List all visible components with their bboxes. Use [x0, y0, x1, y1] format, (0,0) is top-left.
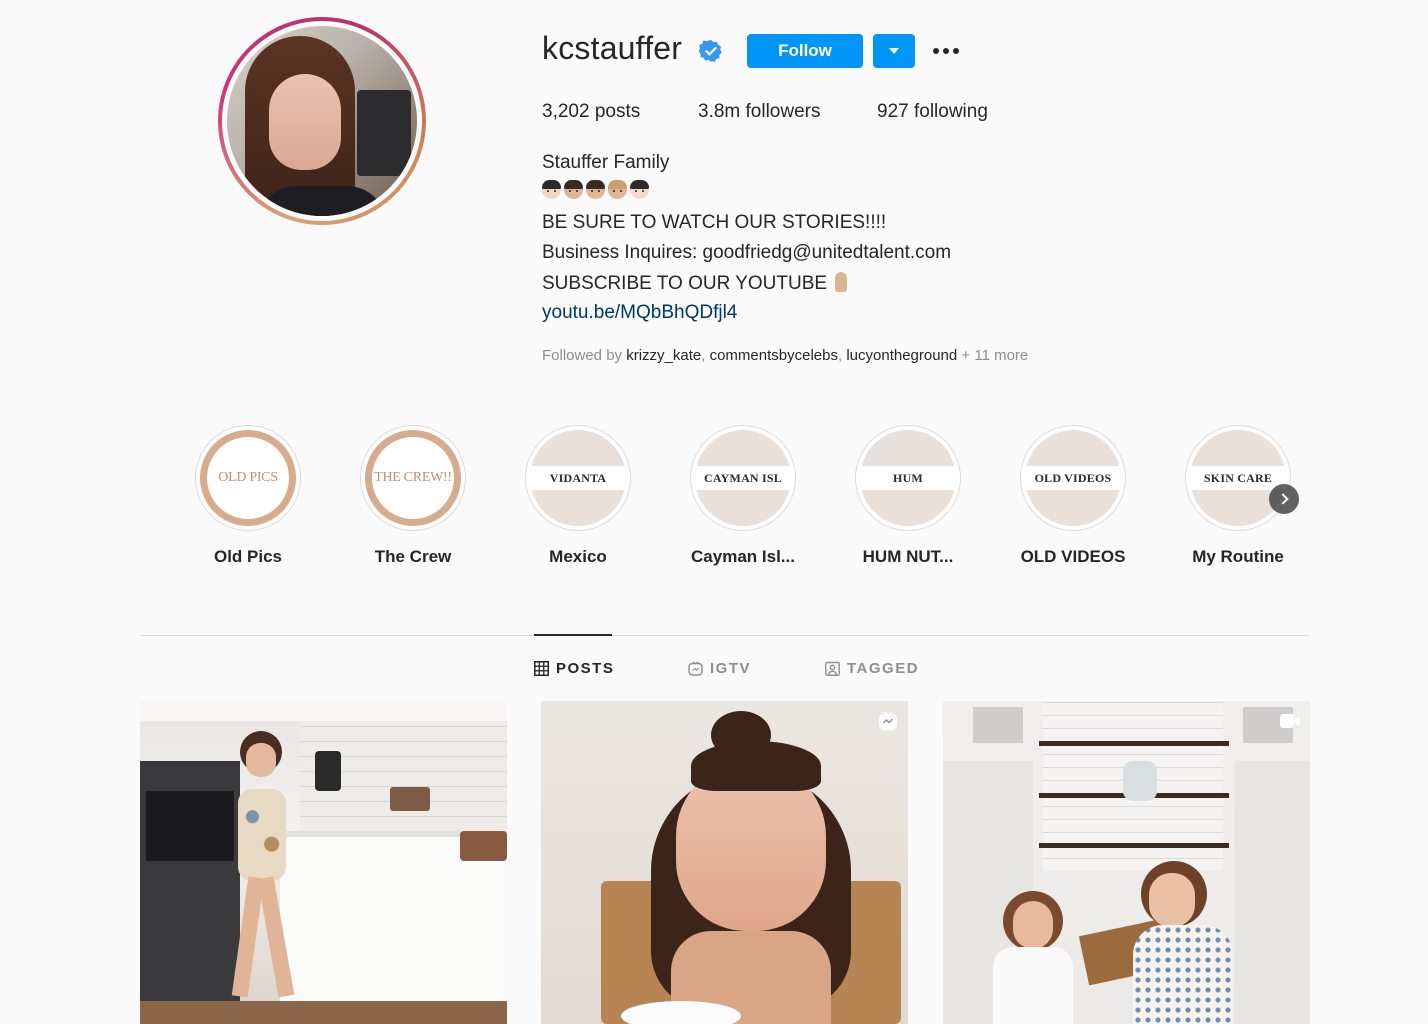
suggested-dropdown-button[interactable]	[873, 34, 915, 68]
pointing-down-icon	[835, 272, 848, 292]
tab-tagged[interactable]: TAGGED	[825, 660, 919, 677]
bio-subscribe-line: SUBSCRIBE TO OUR YOUTUBE	[542, 272, 848, 295]
highlight-the-crew[interactable]: THE CREW!! The Crew	[338, 425, 488, 567]
chevron-right-icon	[1276, 493, 1289, 505]
bio-stories-line: BE SURE TO WATCH OUR STORIES!!!!	[542, 212, 887, 233]
highlight-hum-nut[interactable]: HUM HUM NUT...	[833, 425, 983, 567]
igtv-icon	[879, 711, 897, 730]
profile-username: kcstauffer	[542, 30, 683, 66]
highlight-cayman[interactable]: CAYMAN ISL Cayman Isl...	[668, 425, 818, 567]
igtv-icon	[688, 661, 703, 676]
avatar-photo	[227, 26, 417, 216]
follower-name[interactable]: commentsbycelebs	[710, 347, 838, 364]
highlight-old-pics[interactable]: OLD PICS Old Pics	[173, 425, 323, 567]
chevron-down-icon	[889, 48, 899, 54]
posts-count: 3,202 posts	[542, 101, 641, 122]
highlight-old-videos[interactable]: OLD VIDEOS OLD VIDEOS	[998, 425, 1148, 567]
family-emoji-icon	[542, 180, 649, 199]
video-icon	[1280, 714, 1300, 728]
bio-name: Stauffer Family	[542, 152, 670, 173]
follow-button[interactable]: Follow	[747, 34, 863, 68]
verified-badge-icon	[699, 40, 722, 62]
post-thumbnail[interactable]	[541, 701, 908, 1024]
bio-business-line: Business Inquires: goodfriedg@unitedtale…	[542, 242, 952, 263]
more-dots-icon	[933, 48, 939, 54]
post-thumbnail[interactable]	[943, 701, 1310, 1024]
post-thumbnail[interactable]	[140, 701, 507, 1024]
follower-name[interactable]: lucyontheground	[846, 347, 957, 364]
active-tab-indicator	[534, 634, 612, 636]
grid-icon	[534, 661, 549, 676]
tab-igtv[interactable]: IGTV	[688, 660, 751, 677]
tab-posts[interactable]: POSTS	[534, 660, 614, 677]
follower-name[interactable]: krizzy_kate	[626, 347, 701, 364]
tabs-divider	[140, 635, 1309, 636]
followers-link[interactable]: 3.8m followers	[698, 101, 821, 123]
more-options-button[interactable]	[928, 38, 964, 64]
highlight-mexico[interactable]: VIDANTA Mexico	[503, 425, 653, 567]
highlights-next-button[interactable]	[1269, 484, 1299, 514]
followed-by[interactable]: Followed by krizzy_kate, commentsbyceleb…	[542, 347, 1028, 364]
following-link[interactable]: 927 following	[877, 101, 988, 123]
profile-avatar[interactable]	[218, 17, 426, 225]
bio-website-link[interactable]: youtu.be/MQbBhQDfjl4	[542, 302, 737, 324]
tagged-icon	[825, 661, 840, 676]
